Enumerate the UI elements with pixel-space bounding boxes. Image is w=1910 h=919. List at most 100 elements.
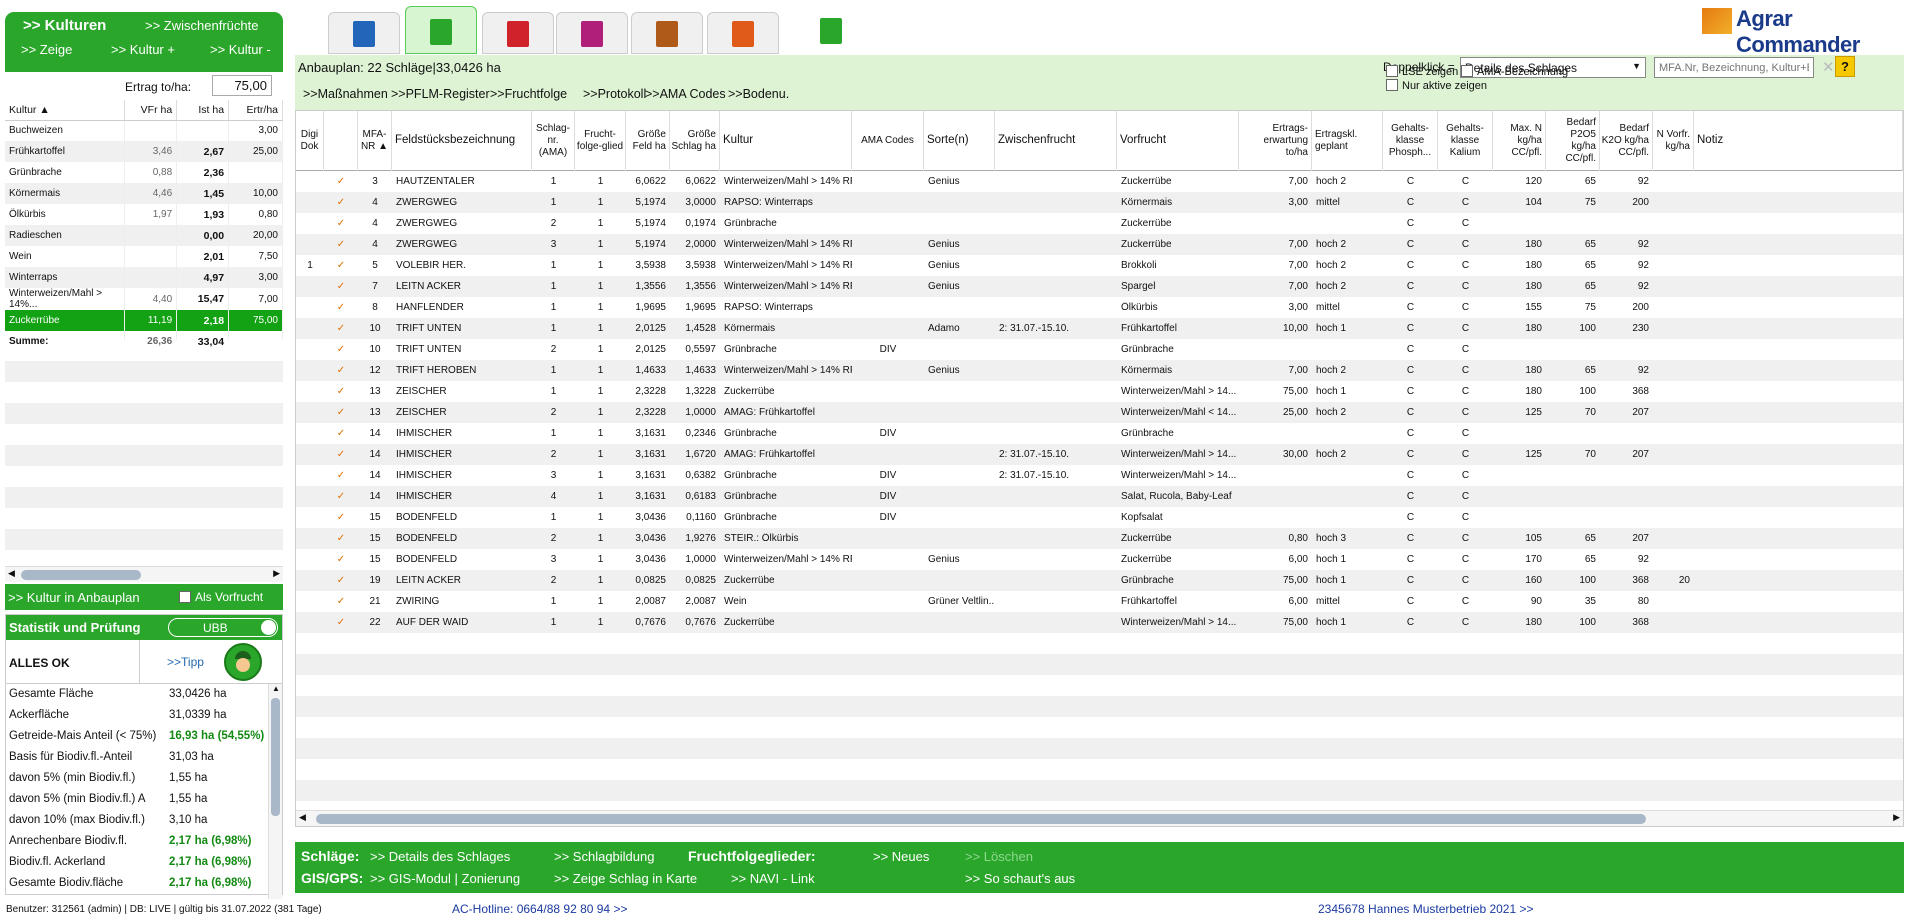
toolbar-link-1[interactable]: >>PFLM-Register: [391, 87, 490, 101]
toolbar-link-3[interactable]: >>Protokoll: [583, 87, 646, 101]
tab-livestock[interactable]: [631, 12, 703, 54]
toolbar-link-0[interactable]: >>Maßnahmen: [303, 87, 388, 101]
tab-notes[interactable]: [328, 12, 400, 54]
toolbar-link-5[interactable]: >>Bodenu.: [728, 87, 789, 101]
grid-col-19[interactable]: Bedarf K2O kg/ha CC/pfl.: [1600, 111, 1653, 171]
grid-col-20[interactable]: N Vorfr. kg/ha: [1653, 111, 1694, 171]
lse-checkbox[interactable]: LSE zeigen: [1386, 65, 1458, 78]
tipp-link[interactable]: >>Tipp: [167, 655, 204, 669]
table-row[interactable]: ✓ 8 HANFLENDER 1 1 1,9695 1,9695 RAPSO: Winterr…: [296, 297, 1903, 318]
tab-legal[interactable]: [707, 12, 779, 54]
kulturen-col-2[interactable]: Ist ha: [176, 100, 230, 121]
neues-link[interactable]: >> Neues: [873, 849, 929, 864]
kulturen-row[interactable]: Ölkürbis 1,97 1,93 0,80: [5, 204, 283, 225]
table-row[interactable]: ✓ 15 BODENFELD 3 1 3,0436 1,0000 Winterweizen/M…: [296, 549, 1903, 570]
grid-col-15[interactable]: Gehalts-klasse Phosph...: [1383, 111, 1438, 171]
checkbox-icon[interactable]: [1386, 65, 1398, 77]
kulturen-row[interactable]: Körnermais 4,46 1,45 10,00: [5, 183, 283, 204]
toolbar-link-4[interactable]: >>AMA Codes: [645, 87, 726, 101]
table-row[interactable]: 1 ✓ 5 VOLEBIR HER. 1 1 3,5938 3,5938 Winterweize…: [296, 255, 1903, 276]
grid-col-1[interactable]: [324, 111, 358, 171]
schlagbildung-link[interactable]: >> Schlagbildung: [554, 849, 654, 864]
kulturen-scroll-thumb[interactable]: [21, 570, 141, 580]
kultur-in-anbauplan-link[interactable]: >> Kultur in Anbauplan: [8, 590, 140, 605]
table-row[interactable]: ✓ 12 TRIFT HEROBEN 1 1 1,4633 1,4633 Winterweiz…: [296, 360, 1903, 381]
table-row[interactable]: ✓ 4 ZWERGWEG 2 1 5,1974 0,1974 Grünbrache Zucker…: [296, 213, 1903, 234]
scroll-left-icon[interactable]: ◀: [8, 568, 15, 579]
grid-col-8[interactable]: Kultur: [720, 111, 852, 171]
hotline-link[interactable]: AC-Hotline: 0664/88 92 80 94 >>: [452, 902, 627, 916]
kulturen-row[interactable]: Winterweizen/Mahl > 14%... 4,40 15,47 7,00: [5, 288, 283, 310]
kulturen-row[interactable]: Winterraps 4,97 3,00: [5, 267, 283, 288]
scroll-right-icon[interactable]: ▶: [1893, 812, 1900, 823]
kulturen-scrollbar[interactable]: ◀ ▶: [5, 566, 283, 582]
table-row[interactable]: ✓ 22 AUF DER WAID 1 1 0,7676 0,7676 Zuckerrübe W…: [296, 612, 1903, 633]
table-row[interactable]: ✓ 15 BODENFELD 1 1 3,0436 0,1160 Grünbrache DIV K…: [296, 507, 1903, 528]
ertrag-input[interactable]: 75,00: [212, 75, 272, 96]
table-row[interactable]: ✓ 21 ZWIRING 1 1 2,0087 2,0087 Wein Grüner Veltl…: [296, 591, 1903, 612]
table-row[interactable]: ✓ 14 IHMISCHER 2 1 3,1631 1,6720 AMAG: Frühkart…: [296, 444, 1903, 465]
grid-scrollbar[interactable]: ◀ ▶: [296, 810, 1903, 826]
kulturen-row[interactable]: Buchweizen 3,00: [5, 120, 283, 141]
kulturen-col-0[interactable]: Kultur ▲: [5, 100, 126, 121]
gis-modul-link[interactable]: >> GIS-Modul | Zonierung: [370, 871, 520, 886]
so-schauts-aus-link[interactable]: >> So schaut's aus: [965, 871, 1075, 886]
scroll-right-icon[interactable]: ▶: [273, 568, 280, 579]
grid-col-21[interactable]: Notiz: [1694, 111, 1903, 171]
farmer-avatar-icon[interactable]: [224, 643, 262, 681]
details-link[interactable]: >> Details des Schlages: [370, 849, 510, 864]
table-row[interactable]: ✓ 4 ZWERGWEG 1 1 5,1974 3,0000 RAPSO: Winterrap…: [296, 192, 1903, 213]
navi-link[interactable]: >> NAVI - Link: [731, 871, 815, 886]
table-row[interactable]: ✓ 10 TRIFT UNTEN 2 1 2,0125 0,5597 Grünbrache DI…: [296, 339, 1903, 360]
table-row[interactable]: ✓ 19 LEITN ACKER 2 1 0,0825 0,0825 Zuckerrübe Gr…: [296, 570, 1903, 591]
kulturen-col-3[interactable]: Ertr/ha: [228, 100, 283, 121]
kulturen-row[interactable]: Frühkartoffel 3,46 2,67 25,00: [5, 141, 283, 162]
checkbox-icon[interactable]: [1461, 65, 1473, 77]
help-button[interactable]: ?: [1835, 56, 1855, 77]
table-row[interactable]: ✓ 14 IHMISCHER 4 1 3,1631 0,6183 Grünbrache DIV S…: [296, 486, 1903, 507]
statistik-scroll-thumb[interactable]: [271, 698, 280, 816]
table-row[interactable]: ✓ 13 ZEISCHER 1 1 2,3228 1,3228 Zuckerrübe Winte…: [296, 381, 1903, 402]
grid-col-12[interactable]: Vorfrucht: [1117, 111, 1239, 171]
table-row[interactable]: ✓ 3 HAUTZENTALER 1 1 6,0622 6,0622 Winterweizen…: [296, 171, 1903, 192]
table-row[interactable]: ✓ 13 ZEISCHER 2 1 2,3228 1,0000 AMAG: Frühkarto…: [296, 402, 1903, 423]
grid-col-2[interactable]: MFA-NR ▲: [358, 111, 392, 171]
grid-col-0[interactable]: Digi Dok: [296, 111, 324, 171]
kulturen-col-1[interactable]: VFr ha: [124, 100, 178, 121]
nur-aktive-checkbox[interactable]: Nur aktive zeigen: [1386, 79, 1487, 92]
checkbox-icon[interactable]: [1386, 79, 1398, 91]
grid-col-9[interactable]: AMA Codes: [852, 111, 924, 171]
search-input[interactable]: [1654, 57, 1814, 78]
table-row[interactable]: ✓ 7 LEITN ACKER 1 1 1,3556 1,3556 Winterweizen/…: [296, 276, 1903, 297]
grid-scroll-thumb[interactable]: [316, 814, 1646, 824]
grid-col-16[interactable]: Gehalts-klasse Kalium: [1438, 111, 1493, 171]
grid-col-11[interactable]: Zwischenfrucht: [995, 111, 1117, 171]
kulturen-row[interactable]: Grünbrache 0,88 2,36: [5, 162, 283, 183]
grid-col-4[interactable]: Schlag-nr. (AMA): [532, 111, 575, 171]
grid-col-5[interactable]: Frucht-folge-glied: [575, 111, 626, 171]
zeige-schlag-link[interactable]: >> Zeige Schlag in Karte: [554, 871, 697, 886]
scroll-up-icon[interactable]: ▲: [272, 684, 280, 693]
als-vorfrucht-checkbox[interactable]: Als Vorfrucht: [179, 590, 263, 604]
grid-col-6[interactable]: Größe Feld ha: [626, 111, 670, 171]
checkbox-icon[interactable]: [179, 591, 191, 603]
table-row[interactable]: ✓ 10 TRIFT UNTEN 1 1 2,0125 1,4528 Körnermais Ad…: [296, 318, 1903, 339]
kulturen-row[interactable]: Wein 2,01 7,50: [5, 246, 283, 267]
grid-col-3[interactable]: Feldstücksbezeichnung: [392, 111, 532, 171]
grid-col-10[interactable]: Sorte(n): [924, 111, 995, 171]
ubb-toggle[interactable]: UBB: [168, 618, 278, 637]
table-row[interactable]: ✓ 14 IHMISCHER 3 1 3,1631 0,6382 Grünbrache DIV 2…: [296, 465, 1903, 486]
grid-col-18[interactable]: Bedarf P2O5 kg/ha CC/pfl.: [1546, 111, 1600, 171]
table-row[interactable]: ✓ 15 BODENFELD 2 1 3,0436 1,9276 STEIR.: Ölkürb…: [296, 528, 1903, 549]
tab-anbauplan[interactable]: [405, 6, 477, 54]
tab-transfer[interactable]: [556, 12, 628, 54]
toolbar-link-2[interactable]: >>Fruchtfolge: [490, 87, 567, 101]
loeschen-link[interactable]: >> Löschen: [965, 849, 1033, 864]
edit-document-icon[interactable]: [820, 18, 842, 44]
statistik-scrollbar[interactable]: ▲: [268, 684, 282, 899]
scroll-left-icon[interactable]: ◀: [299, 812, 306, 823]
betrieb-link[interactable]: 2345678 Hannes Musterbetrieb 2021 >>: [1318, 902, 1534, 916]
clear-icon[interactable]: ✕: [1822, 58, 1835, 76]
grid-col-13[interactable]: Ertrags-erwartung to/ha: [1239, 111, 1312, 171]
table-row[interactable]: ✓ 14 IHMISCHER 1 1 3,1631 0,2346 Grünbrache DIV G…: [296, 423, 1903, 444]
